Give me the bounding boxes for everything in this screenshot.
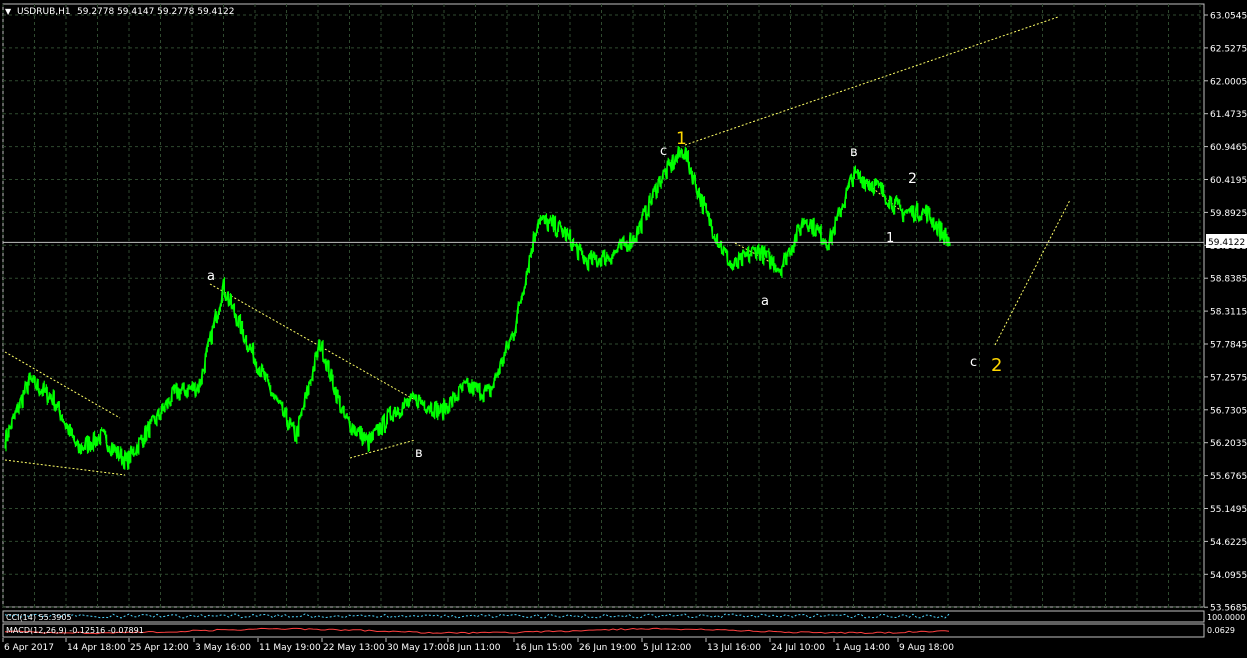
- x-tick-label: 14 Apr 18:00: [67, 643, 126, 653]
- y-tick-label: 58.3115: [1210, 308, 1247, 318]
- cci-scale-label: 100.0000: [1207, 613, 1245, 622]
- wave-label-minor-2[interactable]: 2: [908, 171, 917, 187]
- wave-label-a-left[interactable]: a: [207, 269, 215, 284]
- wave-label-b-left[interactable]: в: [415, 446, 423, 461]
- wave-label-b-mid[interactable]: в: [850, 145, 858, 160]
- x-tick-label: 11 May 19:00: [259, 643, 321, 653]
- trendline: [4, 459, 126, 476]
- cci-label: CCI(14) 55.3905: [6, 613, 72, 622]
- wave-label-minor-1[interactable]: 1: [886, 231, 894, 246]
- y-tick-label: 62.0005: [1210, 77, 1247, 87]
- price-line: [4, 147, 951, 468]
- macd-label: MACD(12,26,9) -0.12516 -0.07891: [6, 626, 144, 635]
- x-tick-label: 5 Jul 12:00: [643, 643, 692, 653]
- x-tick-label: 13 Jul 16:00: [707, 643, 761, 653]
- y-tick-label: 55.1495: [1210, 505, 1247, 515]
- y-tick-label: 54.0955: [1210, 571, 1247, 581]
- x-tick-label: 1 Aug 14:00: [835, 643, 890, 653]
- y-tick-label: 54.6225: [1210, 538, 1247, 548]
- y-tick-label: 57.7845: [1210, 341, 1247, 351]
- x-tick-label: 6 Apr 2017: [4, 643, 54, 653]
- y-tick-label: 58.8385: [1210, 275, 1247, 285]
- x-tick-label: 8 Jun 11:00: [449, 643, 501, 653]
- trendline: [994, 199, 1071, 346]
- plot-frame: [2, 3, 1205, 608]
- y-tick-label: 63.0545: [1210, 12, 1247, 22]
- wave-label-c-future[interactable]: c: [970, 355, 977, 370]
- x-tick-label: 3 May 16:00: [195, 643, 251, 653]
- y-tick-label: 57.2575: [1210, 373, 1247, 383]
- trendline: [209, 283, 416, 401]
- macd-scale-label: 0.0629: [1207, 626, 1235, 635]
- current-price-label: 59.4122: [1208, 238, 1245, 248]
- ohlc-values: 59.2778 59.4147 59.2778 59.4122: [77, 7, 234, 17]
- x-tick-label: 16 Jun 15:00: [515, 643, 572, 653]
- x-tick-label: 9 Aug 18:00: [899, 643, 954, 653]
- y-tick-label: 60.4195: [1210, 176, 1247, 186]
- wave-label-major-2[interactable]: 2: [991, 355, 1002, 376]
- y-tick-label: 59.8925: [1210, 209, 1247, 219]
- wave-label-a-mid[interactable]: a: [761, 294, 769, 309]
- chart-menu-arrow-icon[interactable]: ▼: [5, 7, 12, 16]
- y-tick-label: 56.2035: [1210, 439, 1247, 449]
- x-tick-label: 25 Apr 12:00: [130, 643, 189, 653]
- y-tick-label: 55.6765: [1210, 472, 1247, 482]
- y-tick-label: 61.4735: [1210, 110, 1247, 120]
- price-chart[interactable]: 63.0545 62.5275 62.0005 61.4735 60.9465 60.41…: [0, 0, 1247, 658]
- price-axis: 63.0545 62.5275 62.0005 61.4735 60.9465 60.41…: [1204, 12, 1247, 614]
- x-tick-label: 30 May 17:00: [387, 643, 449, 653]
- time-axis: 6 Apr 2017 14 Apr 18:00 25 Apr 12:00 3 May …: [2, 638, 954, 653]
- symbol-label: USDRUB,H1: [17, 7, 71, 17]
- grid-lines: [2, 4, 1204, 608]
- chart-window[interactable]: 63.0545 62.5275 62.0005 61.4735 60.9465 60.41…: [0, 0, 1247, 658]
- trendline: [684, 16, 1059, 146]
- wave-label-major-1[interactable]: 1: [676, 129, 687, 149]
- y-tick-label: 62.5275: [1210, 44, 1247, 54]
- wave-label-c-top[interactable]: c: [660, 144, 667, 159]
- x-tick-label: 24 Jul 10:00: [771, 643, 825, 653]
- macd-window[interactable]: [2, 623, 1205, 638]
- y-tick-label: 56.7305: [1210, 406, 1247, 416]
- y-tick-label: 60.9465: [1210, 143, 1247, 153]
- price-series: [4, 146, 951, 471]
- cci-window[interactable]: [2, 610, 1205, 623]
- x-tick-label: 22 May 13:00: [323, 643, 385, 653]
- x-tick-label: 26 Jun 19:00: [579, 643, 636, 653]
